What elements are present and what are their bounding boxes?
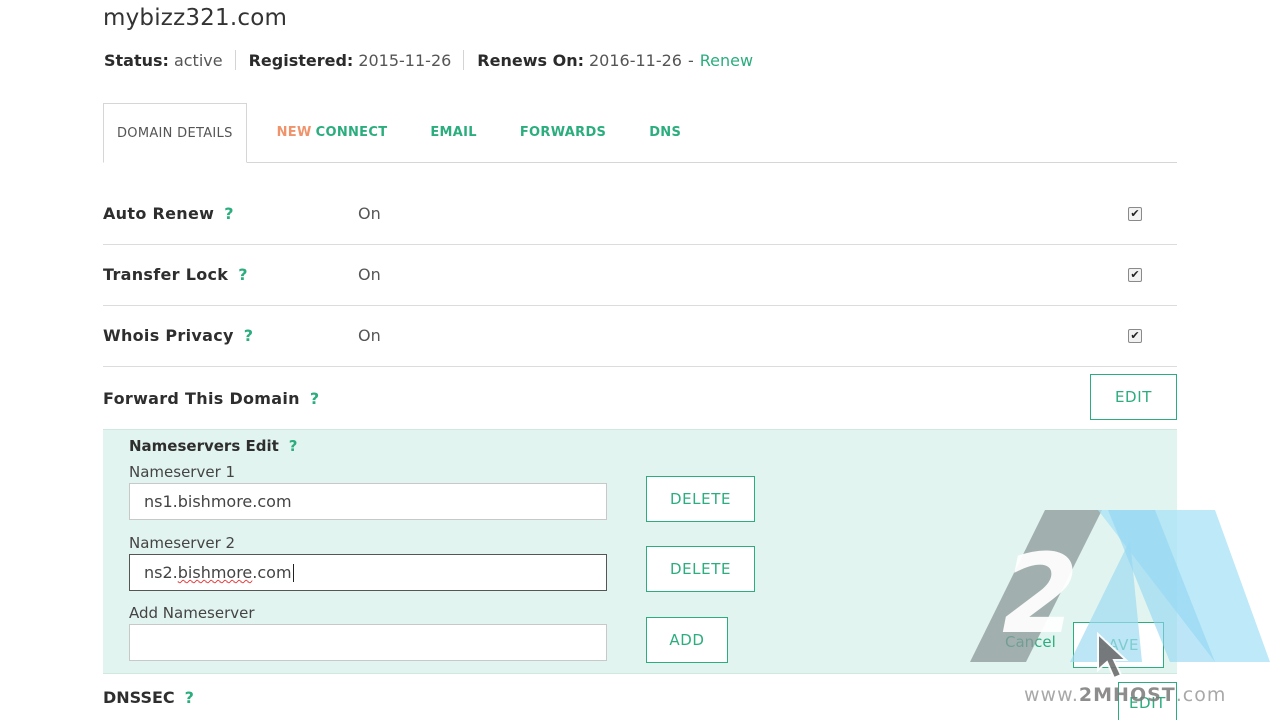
help-icon[interactable]: ?	[238, 265, 248, 284]
add-nameserver-label: Add Nameserver	[129, 604, 255, 622]
renew-link[interactable]: Renew	[700, 51, 753, 70]
auto-renew-value: On	[358, 204, 381, 223]
tab-label: CONNECT	[315, 125, 388, 140]
renews-dash: -	[687, 50, 694, 70]
add-nameserver-input[interactable]	[129, 624, 607, 661]
forward-edit-button[interactable]: EDIT	[1090, 374, 1177, 420]
help-icon[interactable]: ?	[289, 437, 298, 455]
tab-label: DOMAIN DETAILS	[117, 125, 233, 141]
registered-item: Registered: 2015-11-26	[249, 51, 464, 70]
forward-domain-label: Forward This Domain?	[103, 388, 320, 408]
transfer-lock-label: Transfer Lock?	[103, 265, 248, 284]
dnssec-edit-button[interactable]: EDIT	[1118, 682, 1177, 720]
nameserver-2-input[interactable]: ns2.bishmore.com	[129, 554, 607, 591]
help-icon[interactable]: ?	[310, 389, 320, 408]
domain-tabs: DOMAIN DETAILS NEW CONNECT EMAIL FORWARDS…	[103, 103, 1177, 163]
transfer-lock-value: On	[358, 265, 381, 284]
add-nameserver-button[interactable]: ADD	[646, 617, 728, 663]
transfer-lock-checkbox[interactable]: ✔	[1128, 267, 1142, 282]
registered-value: 2015-11-26	[358, 50, 452, 70]
delete-nameserver-1-button[interactable]: DELETE	[646, 476, 755, 522]
text-caret	[292, 563, 294, 582]
whois-privacy-value: On	[358, 326, 381, 345]
renews-value: 2016-11-26	[588, 50, 682, 70]
save-button[interactable]: SAVE	[1073, 622, 1164, 668]
nameserver-1-label: Nameserver 1	[129, 463, 236, 481]
renews-item: Renews On: 2016-11-26 - Renew	[477, 51, 765, 70]
tab-forwards[interactable]: FORWARDS	[498, 103, 627, 162]
help-icon[interactable]: ?	[244, 326, 254, 345]
tab-label: FORWARDS	[519, 125, 607, 140]
transfer-lock-row: Transfer Lock? On ✔	[103, 244, 1177, 306]
help-icon[interactable]: ?	[185, 688, 194, 707]
status-label: Status:	[104, 50, 169, 70]
nameserver-2-value: ns2.bishmore.com	[144, 563, 292, 582]
forward-domain-row: Forward This Domain? EDIT	[103, 367, 1177, 429]
tab-connect[interactable]: NEW CONNECT	[277, 103, 409, 162]
tab-email[interactable]: EMAIL	[408, 103, 498, 162]
nameservers-edit-panel: Nameservers Edit? Nameserver 1 ns1.bishm…	[103, 429, 1177, 674]
whois-privacy-checkbox[interactable]: ✔	[1128, 328, 1142, 343]
registered-label: Registered:	[248, 50, 354, 70]
checkbox-checked-icon: ✔	[1130, 329, 1140, 342]
auto-renew-checkbox[interactable]: ✔	[1128, 206, 1142, 221]
nameserver-1-value: ns1.bishmore.com	[144, 492, 292, 511]
tab-label: EMAIL	[430, 125, 477, 140]
whois-privacy-row: Whois Privacy? On ✔	[103, 305, 1177, 367]
tab-dns[interactable]: DNS	[627, 103, 702, 162]
help-icon[interactable]: ?	[224, 204, 234, 223]
tab-label: DNS	[649, 125, 682, 140]
status-value: active	[173, 50, 223, 70]
status-bar: Status: active Registered: 2015-11-26 Re…	[104, 50, 765, 70]
domain-title: mybizz321.com	[103, 5, 288, 31]
nameserver-2-label: Nameserver 2	[129, 534, 236, 552]
nameservers-edit-title: Nameservers Edit?	[129, 437, 298, 455]
nameserver-1-input[interactable]: ns1.bishmore.com	[129, 483, 607, 520]
cancel-link[interactable]: Cancel	[1005, 633, 1056, 651]
checkbox-checked-icon: ✔	[1130, 268, 1140, 281]
auto-renew-row: Auto Renew? On ✔	[103, 183, 1177, 245]
whois-privacy-label: Whois Privacy?	[103, 326, 254, 345]
new-badge: NEW	[276, 125, 312, 140]
tab-domain-details[interactable]: DOMAIN DETAILS	[103, 103, 247, 163]
status-item: Status: active	[104, 51, 235, 70]
divider	[234, 50, 236, 70]
auto-renew-label: Auto Renew?	[103, 204, 234, 223]
divider	[463, 50, 465, 70]
checkbox-checked-icon: ✔	[1130, 207, 1140, 220]
delete-nameserver-2-button[interactable]: DELETE	[646, 546, 755, 592]
dnssec-label: DNSSEC?	[103, 688, 194, 707]
renews-label: Renews On:	[477, 50, 584, 70]
